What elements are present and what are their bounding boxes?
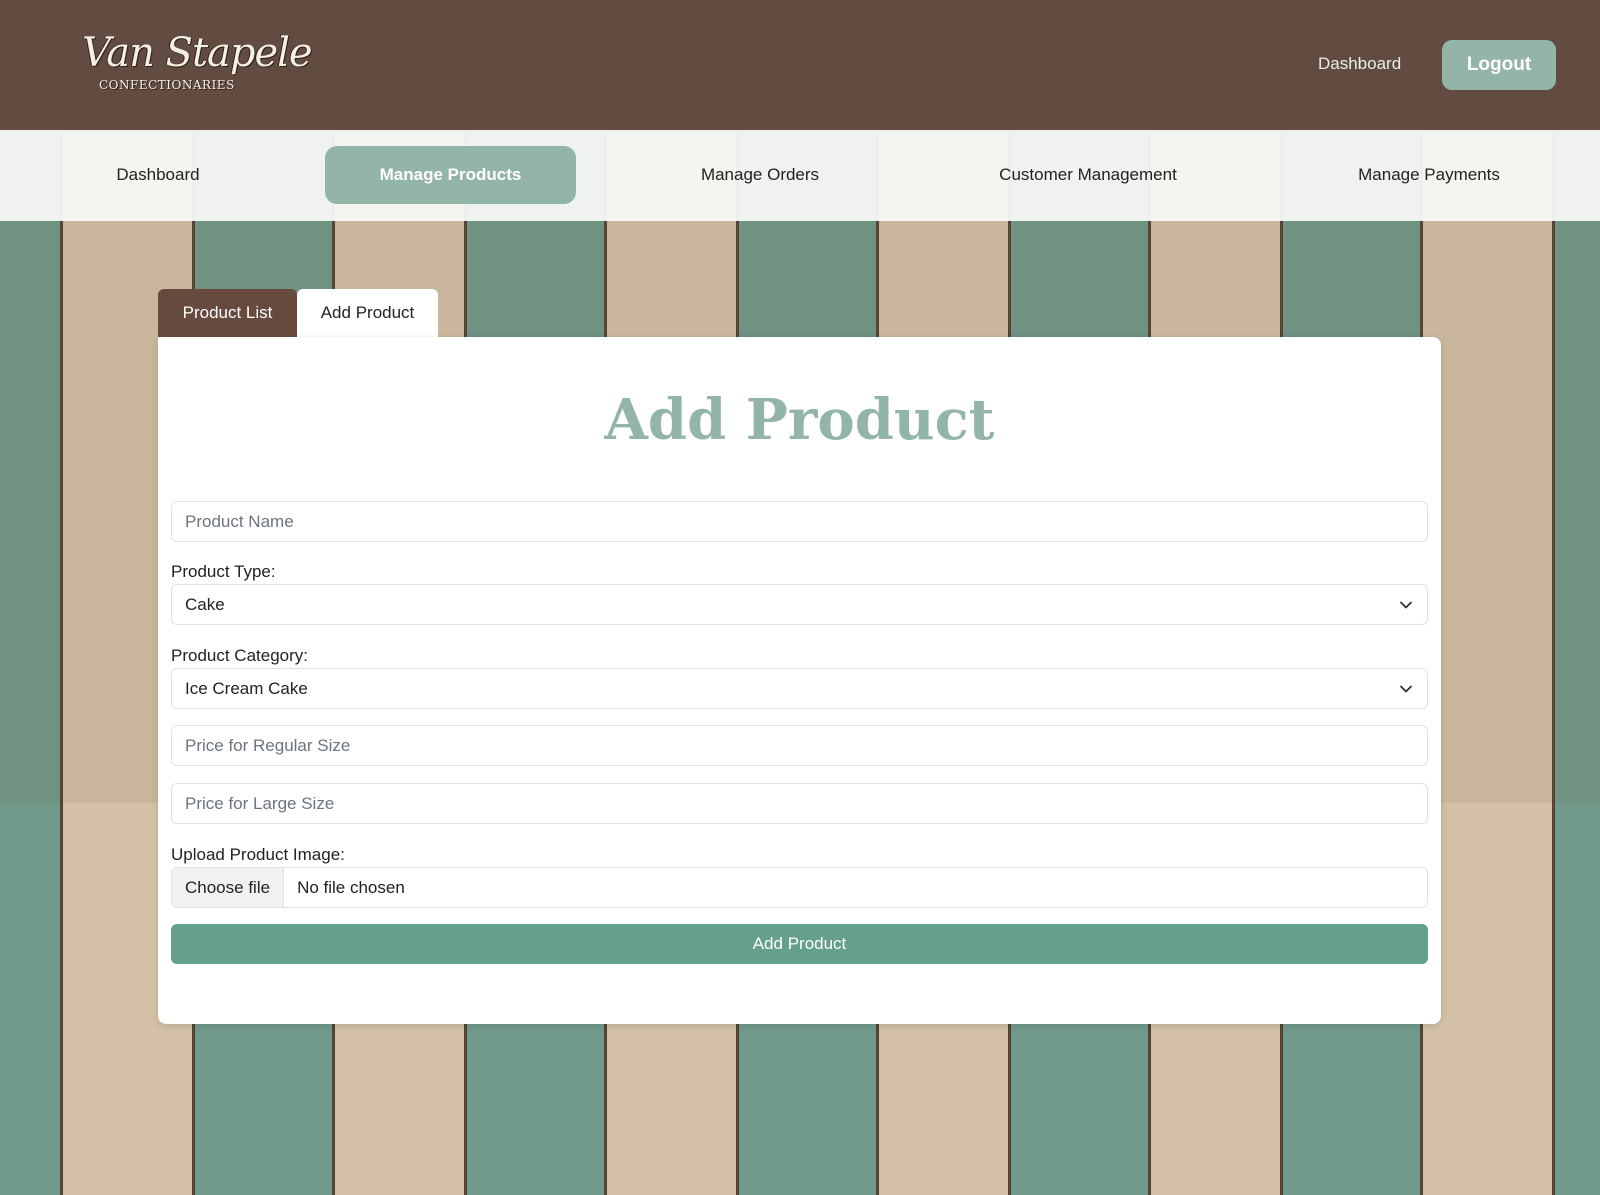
logo-subtitle: CONFECTIONARIES — [99, 78, 235, 92]
header-dashboard-link[interactable]: Dashboard — [1318, 54, 1401, 74]
nav-item-manage-payments[interactable]: Manage Payments — [1336, 146, 1522, 204]
chevron-down-icon — [1400, 685, 1412, 693]
tab-add-product[interactable]: Add Product — [297, 289, 438, 337]
product-image-file-input[interactable]: Choose file No file chosen — [171, 867, 1428, 908]
product-category-value: Ice Cream Cake — [185, 678, 308, 698]
choose-file-button[interactable]: Choose file — [172, 868, 285, 907]
nav-item-manage-products[interactable]: Manage Products — [325, 146, 576, 204]
logout-button[interactable]: Logout — [1442, 40, 1556, 90]
nav-item-customer-management[interactable]: Customer Management — [975, 146, 1201, 204]
nav-item-manage-orders[interactable]: Manage Orders — [680, 146, 840, 204]
add-product-card: Add Product Product Name Product Type: C… — [158, 337, 1441, 1024]
top-header: Van Stapele CONFECTIONARIES Dashboard Lo… — [0, 0, 1600, 130]
product-category-label: Product Category: — [171, 646, 309, 665]
logo-title: Van Stapele — [82, 30, 313, 76]
no-file-text: No file chosen — [297, 877, 405, 897]
add-product-submit-button[interactable]: Add Product — [171, 924, 1428, 964]
product-type-select[interactable]: Cake — [171, 584, 1428, 625]
main-nav: Dashboard Manage Products Manage Orders … — [0, 130, 1600, 221]
price-regular-placeholder: Price for Regular Size — [185, 735, 351, 755]
product-type-label: Product Type: — [171, 562, 276, 581]
nav-item-dashboard[interactable]: Dashboard — [84, 146, 232, 204]
page-title: Add Product — [604, 387, 995, 453]
tab-product-list[interactable]: Product List — [158, 289, 297, 337]
chevron-down-icon — [1400, 601, 1412, 609]
product-name-input[interactable]: Product Name — [171, 501, 1428, 542]
brand-logo[interactable]: Van Stapele CONFECTIONARIES — [82, 30, 313, 110]
product-category-select[interactable]: Ice Cream Cake — [171, 668, 1428, 709]
price-regular-input[interactable]: Price for Regular Size — [171, 725, 1428, 766]
product-type-value: Cake — [185, 594, 225, 614]
upload-image-label: Upload Product Image: — [171, 845, 345, 864]
price-large-input[interactable]: Price for Large Size — [171, 783, 1428, 824]
product-name-placeholder: Product Name — [185, 511, 294, 531]
price-large-placeholder: Price for Large Size — [185, 793, 335, 813]
